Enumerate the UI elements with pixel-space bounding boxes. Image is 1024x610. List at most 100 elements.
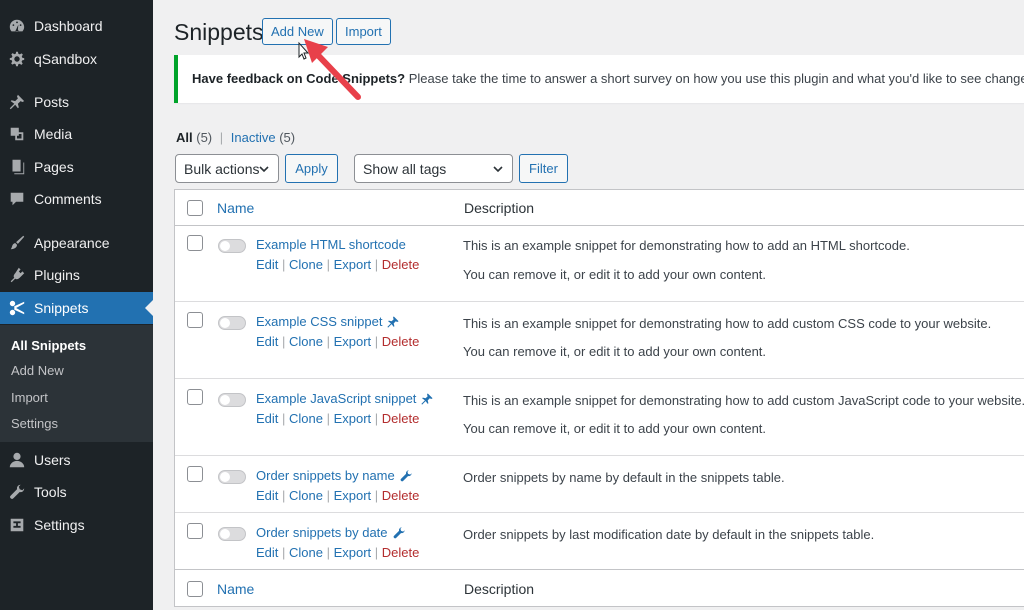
- row-actions: Edit | Clone | Export | Delete: [256, 488, 420, 503]
- snippet-description: Order snippets by name by default in the…: [463, 470, 785, 485]
- sidebar-item-comments[interactable]: Comments: [0, 183, 153, 215]
- snippet-description-note: You can remove it, or edit it to add you…: [463, 421, 767, 436]
- annotation-arrow-icon: [298, 39, 361, 100]
- plugin-icon: [8, 266, 26, 284]
- bulk-actions-select[interactable]: Bulk actions: [175, 154, 279, 183]
- sidebar-item-posts[interactable]: Posts: [0, 86, 153, 118]
- submenu-add-new[interactable]: Add New: [11, 363, 64, 378]
- gear-icon: [8, 50, 26, 68]
- sidebar-item-label: Appearance: [34, 235, 110, 251]
- sidebar-item-label: Snippets: [34, 300, 89, 316]
- edit-link[interactable]: Edit: [256, 334, 278, 349]
- row-checkbox[interactable]: [187, 466, 203, 482]
- clone-link[interactable]: Clone: [289, 545, 323, 560]
- tags-select[interactable]: Show all tags: [354, 154, 513, 183]
- filter-all-link[interactable]: All (5): [176, 130, 212, 145]
- sidebar-item-media[interactable]: Media: [0, 118, 153, 150]
- clone-link[interactable]: Clone: [289, 257, 323, 272]
- sidebar-item-pages[interactable]: Pages: [0, 151, 153, 183]
- export-link[interactable]: Export: [334, 334, 372, 349]
- snippets-table: Name Description Example HTML shortcode …: [174, 189, 1024, 607]
- snippets-submenu: All Snippets Add New Import Settings: [0, 325, 153, 442]
- sidebar-item-tools[interactable]: Tools: [0, 476, 153, 508]
- sidebar-item-label: Pages: [34, 159, 74, 175]
- sidebar-item-label: Tools: [34, 484, 67, 500]
- delete-link[interactable]: Delete: [382, 334, 420, 349]
- export-link[interactable]: Export: [334, 545, 372, 560]
- chevron-down-icon: [259, 166, 269, 173]
- pin-icon: [387, 315, 400, 328]
- submenu-settings[interactable]: Settings: [11, 416, 58, 431]
- snippet-name-link[interactable]: Order snippets by name: [256, 468, 413, 483]
- chevron-down-icon: [493, 166, 503, 173]
- snippet-toggle[interactable]: [218, 470, 246, 484]
- select-all-checkbox-footer[interactable]: [187, 581, 203, 597]
- snippet-name-link[interactable]: Example HTML shortcode: [256, 237, 406, 252]
- delete-link[interactable]: Delete: [382, 545, 420, 560]
- snippet-toggle[interactable]: [218, 393, 246, 407]
- snippet-toggle[interactable]: [218, 239, 246, 253]
- media-icon: [8, 125, 26, 143]
- delete-link[interactable]: Delete: [382, 488, 420, 503]
- submenu-all-snippets[interactable]: All Snippets: [11, 338, 86, 353]
- row-checkbox[interactable]: [187, 312, 203, 328]
- wrench-icon: [393, 526, 405, 538]
- snippet-toggle[interactable]: [218, 316, 246, 330]
- snippet-name-link[interactable]: Example JavaScript snippet: [256, 391, 434, 406]
- delete-link[interactable]: Delete: [382, 411, 420, 426]
- edit-link[interactable]: Edit: [256, 257, 278, 272]
- apply-button[interactable]: Apply: [285, 154, 338, 183]
- dashboard-icon: [8, 17, 26, 35]
- pin-icon: [8, 93, 26, 111]
- column-description-header: Description: [464, 200, 535, 216]
- export-link[interactable]: Export: [334, 488, 372, 503]
- submenu-import[interactable]: Import: [11, 390, 48, 405]
- row-checkbox[interactable]: [187, 389, 203, 405]
- column-name-header[interactable]: Name: [217, 200, 254, 216]
- row-checkbox[interactable]: [187, 523, 203, 539]
- table-footer: Name Description: [175, 569, 1024, 605]
- snippet-description: This is an example snippet for demonstra…: [463, 393, 1024, 408]
- sidebar-item-dashboard[interactable]: Dashboard: [0, 10, 153, 42]
- sidebar-item-label: qSandbox: [34, 51, 98, 67]
- snippet-toggle[interactable]: [218, 527, 246, 541]
- sidebar-item-users[interactable]: Users: [0, 444, 153, 476]
- user-icon: [8, 451, 26, 469]
- edit-link[interactable]: Edit: [256, 488, 278, 503]
- sidebar-item-label: Users: [34, 452, 71, 468]
- delete-link[interactable]: Delete: [382, 257, 420, 272]
- notice-text: Please take the time to answer a short s…: [405, 71, 1024, 86]
- sidebar-item-settings[interactable]: Settings: [0, 509, 153, 541]
- sidebar-item-snippets[interactable]: Snippets: [0, 292, 153, 324]
- select-all-checkbox[interactable]: [187, 200, 203, 216]
- filter-inactive-link[interactable]: Inactive (5): [231, 130, 295, 145]
- sidebar-item-plugins[interactable]: Plugins: [0, 259, 153, 291]
- table-header: Name Description: [175, 190, 1024, 226]
- snippet-name-link[interactable]: Example CSS snippet: [256, 314, 400, 329]
- sidebar-item-label: Posts: [34, 94, 70, 110]
- snippet-description: This is an example snippet for demonstra…: [463, 316, 992, 331]
- clone-link[interactable]: Clone: [289, 488, 323, 503]
- sidebar-item-label: Dashboard: [34, 18, 103, 34]
- status-filter: All (5) | Inactive (5): [176, 130, 295, 145]
- row-actions: Edit | Clone | Export | Delete: [256, 257, 420, 272]
- pin-icon: [421, 392, 434, 405]
- filter-separator: |: [219, 130, 224, 145]
- clone-link[interactable]: Clone: [289, 411, 323, 426]
- snippet-name-link[interactable]: Order snippets by date: [256, 525, 406, 540]
- comments-icon: [8, 190, 26, 208]
- pages-icon: [8, 158, 26, 176]
- row-checkbox[interactable]: [187, 235, 203, 251]
- edit-link[interactable]: Edit: [256, 411, 278, 426]
- clone-link[interactable]: Clone: [289, 334, 323, 349]
- edit-link[interactable]: Edit: [256, 545, 278, 560]
- page-title: Snippets: [174, 19, 264, 45]
- row-actions: Edit | Clone | Export | Delete: [256, 334, 420, 349]
- snippet-description-note: You can remove it, or edit it to add you…: [463, 344, 767, 359]
- export-link[interactable]: Export: [334, 411, 372, 426]
- sidebar-item-qsandbox[interactable]: qSandbox: [0, 43, 153, 75]
- sidebar-item-appearance[interactable]: Appearance: [0, 227, 153, 259]
- column-name-footer[interactable]: Name: [217, 581, 254, 597]
- export-link[interactable]: Export: [334, 257, 372, 272]
- filter-button[interactable]: Filter: [519, 154, 568, 183]
